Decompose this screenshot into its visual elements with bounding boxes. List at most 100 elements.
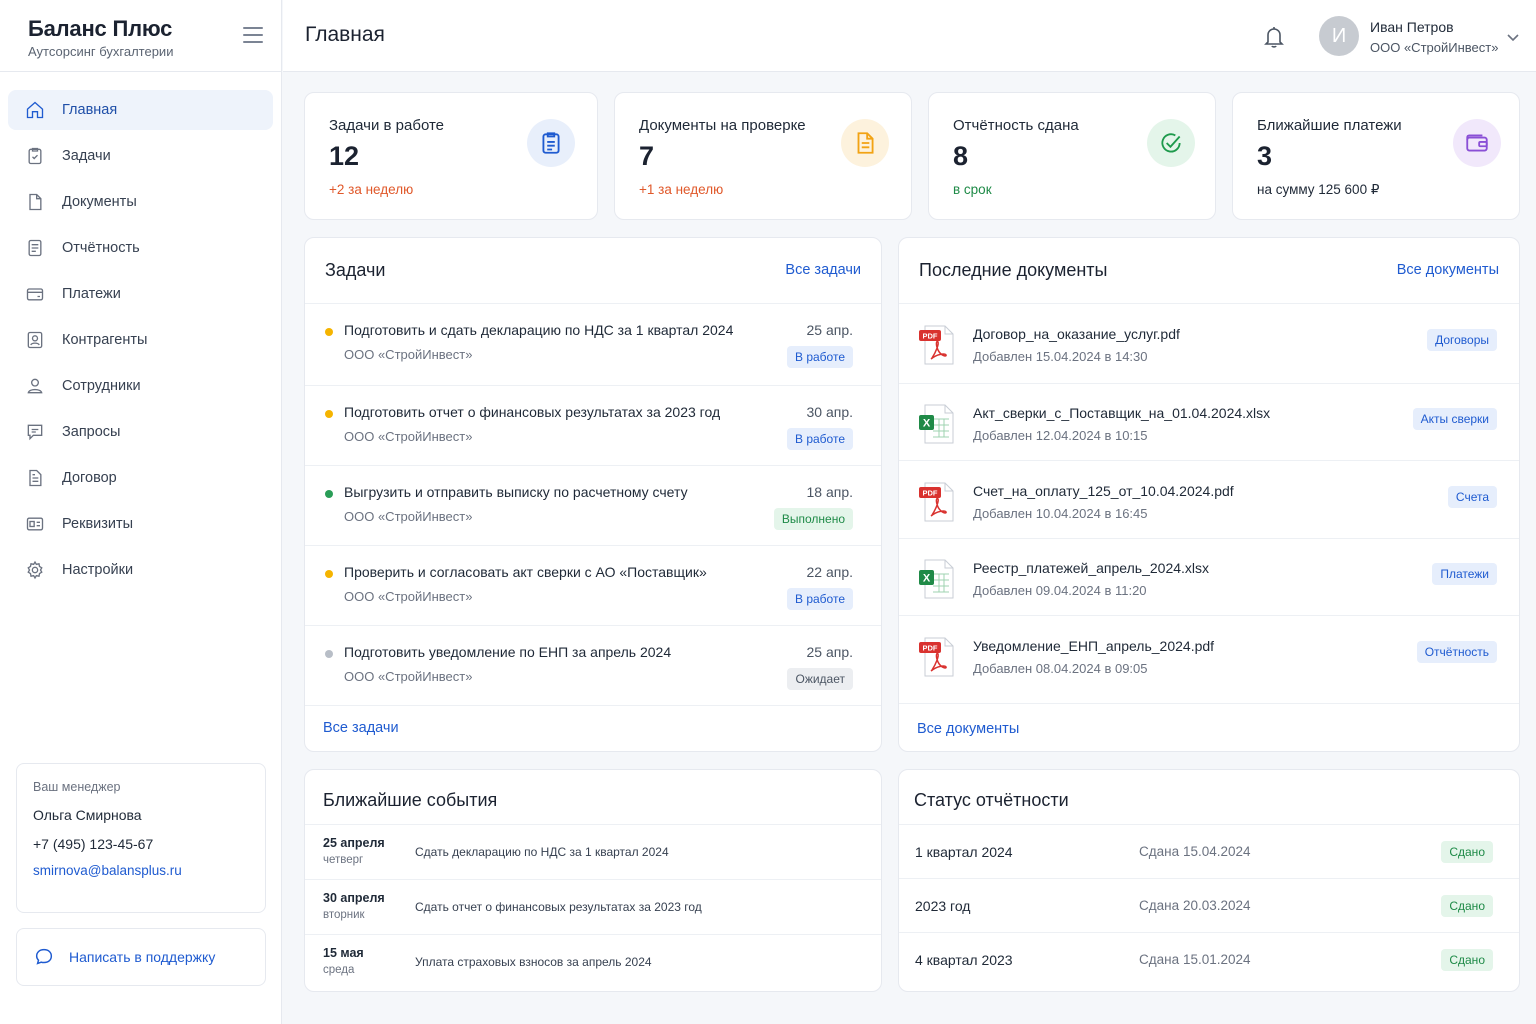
- xlsx-label: X: [923, 573, 931, 585]
- sidebar-item-label: Запросы: [62, 424, 121, 440]
- event-text: Уплата страховых взносов за апрель 2024: [415, 955, 652, 969]
- task-date: 18 апр.: [806, 484, 853, 500]
- sidebar-item-payments[interactable]: Платежи: [8, 274, 273, 314]
- document-date: Добавлен 10.04.2024 в 16:45: [973, 506, 1148, 521]
- all-documents-link[interactable]: Все документы: [1397, 262, 1499, 278]
- sidebar-nav: Главная Задачи Документы Отчётность Плат…: [0, 72, 281, 590]
- task-row[interactable]: Подготовить отчет о финансовых результат…: [305, 386, 881, 466]
- event-date: 15 мая: [323, 946, 364, 960]
- report-row[interactable]: 4 квартал 2023 Сдана 15.01.2024 Сдано: [899, 933, 1519, 987]
- sidebar-item-label: Настройки: [62, 562, 134, 578]
- all-documents-footer-link[interactable]: Все документы: [917, 721, 1019, 737]
- document-tag[interactable]: Счета: [1447, 486, 1497, 508]
- document-tag[interactable]: Отчётность: [1416, 641, 1497, 663]
- document-name: Уведомление_ЕНП_апрель_2024.pdf: [973, 638, 1215, 654]
- stat-card-documents[interactable]: Документы на проверке 7 +1 за неделю: [614, 92, 912, 220]
- stat-card-tasks[interactable]: Задачи в работе 12 +2 за неделю: [304, 92, 598, 220]
- sidebar-item-contract[interactable]: Договор: [8, 458, 273, 498]
- document-tag[interactable]: Платежи: [1432, 563, 1497, 585]
- event-row[interactable]: 25 апреля четверг Сдать декларацию по НД…: [305, 825, 881, 880]
- sidebar-item-label: Задачи: [62, 148, 111, 164]
- task-title: Подготовить уведомление по ЕНП за апрель…: [344, 644, 672, 660]
- pdf-file-icon: PDF: [919, 324, 957, 366]
- document-row[interactable]: PDF Счет_на_оплату_125_от_10.04.2024.pdf…: [899, 461, 1519, 539]
- stat-card-reporting[interactable]: Отчётность сдана 8 в срок: [928, 92, 1216, 220]
- report-date: 20.03.2024: [1183, 898, 1251, 913]
- pdf-file-icon: PDF: [919, 636, 957, 678]
- manager-label: Ваш менеджер: [33, 780, 121, 794]
- manager-email-link[interactable]: smirnova@balansplus.ru: [33, 863, 249, 878]
- stat-label: Документы на проверке: [639, 117, 806, 134]
- chevron-down-icon[interactable]: [1506, 30, 1520, 44]
- wallet-icon: [1453, 119, 1501, 167]
- sidebar-item-label: Платежи: [62, 286, 121, 302]
- sidebar-item-home[interactable]: Главная: [8, 90, 273, 130]
- task-date: 25 апр.: [806, 644, 853, 660]
- pdf-label: PDF: [923, 332, 938, 341]
- all-tasks-footer-link[interactable]: Все задачи: [323, 720, 399, 736]
- documents-title: Последние документы: [919, 260, 1108, 280]
- document-date: Добавлен 08.04.2024 в 09:05: [973, 661, 1148, 676]
- tasks-title: Задачи: [325, 260, 386, 280]
- report-row[interactable]: 2023 год Сдана 20.03.2024 Сдано: [899, 879, 1519, 933]
- document-name: Договор_на_оказание_услуг.pdf: [973, 326, 1180, 342]
- sidebar-item-contractors[interactable]: Контрагенты: [8, 320, 273, 360]
- sidebar-item-employees[interactable]: Сотрудники: [8, 366, 273, 406]
- status-dot: [325, 328, 333, 336]
- stat-label: Задачи в работе: [329, 117, 444, 134]
- sidebar-item-label: Сотрудники: [62, 378, 141, 394]
- sidebar: Баланс Плюс Аутсорсинг бухгалтерии Главн…: [0, 0, 282, 1024]
- document-row[interactable]: PDF Договор_на_оказание_услуг.pdf Добавл…: [899, 304, 1519, 382]
- stat-label: Отчётность сдана: [953, 117, 1079, 134]
- document-tag[interactable]: Договоры: [1427, 329, 1497, 351]
- sidebar-item-reports[interactable]: Отчётность: [8, 228, 273, 268]
- document-icon: [841, 119, 889, 167]
- brand-title: Баланс Плюс: [28, 16, 173, 41]
- report-date: 15.04.2024: [1183, 844, 1251, 859]
- sidebar-item-settings[interactable]: Настройки: [8, 550, 273, 590]
- sidebar-item-documents[interactable]: Документы: [8, 182, 273, 222]
- task-row[interactable]: Подготовить и сдать декларацию по НДС за…: [305, 304, 881, 384]
- document-name: Реестр_платежей_апрель_2024.xlsx: [973, 560, 1210, 576]
- document-row[interactable]: PDF Уведомление_ЕНП_апрель_2024.pdf Доба…: [899, 616, 1519, 694]
- page-title: Главная: [305, 23, 385, 46]
- task-row[interactable]: Проверить и согласовать акт сверки с АО …: [305, 546, 881, 626]
- excel-file-icon: X: [919, 558, 957, 600]
- support-button[interactable]: Написать в поддержку: [16, 928, 266, 986]
- home-icon: [24, 99, 46, 121]
- contract-icon: [24, 467, 46, 489]
- task-row[interactable]: Подготовить уведомление по ЕНП за апрель…: [305, 626, 881, 706]
- document-row[interactable]: X Реестр_платежей_апрель_2024.xlsx Добав…: [899, 538, 1519, 616]
- task-org: ООО «СтройИнвест»: [344, 347, 473, 362]
- events-panel: Ближайшие события 25 апреля четверг Сдат…: [304, 769, 882, 992]
- message-icon: [24, 421, 46, 443]
- check-icon: [1147, 119, 1195, 167]
- event-date: 30 апреля: [323, 891, 385, 905]
- document-row[interactable]: X Акт_сверки_с_Поставщик_на_01.04.2024.x…: [899, 383, 1519, 461]
- sidebar-item-label: Главная: [62, 102, 118, 118]
- stat-value: 8: [953, 141, 969, 171]
- task-title: Подготовить отчет о финансовых результат…: [344, 404, 721, 420]
- file-icon: [24, 191, 46, 213]
- sidebar-item-requisites[interactable]: Реквизиты: [8, 504, 273, 544]
- bell-icon[interactable]: [1262, 24, 1286, 50]
- stat-note: в срок: [953, 182, 992, 197]
- sidebar-item-requests[interactable]: Запросы: [8, 412, 273, 452]
- event-row[interactable]: 15 мая среда Уплата страховых взносов за…: [305, 935, 881, 990]
- event-day: вторник: [323, 909, 365, 921]
- all-tasks-link[interactable]: Все задачи: [785, 262, 861, 278]
- report-row[interactable]: 1 квартал 2024 Сдана 15.04.2024 Сдано: [899, 825, 1519, 879]
- pdf-label: PDF: [923, 644, 938, 653]
- sidebar-item-label: Документы: [62, 194, 137, 210]
- sidebar-item-tasks[interactable]: Задачи: [8, 136, 273, 176]
- event-row[interactable]: 30 апреля вторник Сдать отчет о финансов…: [305, 880, 881, 935]
- user-name[interactable]: Иван Петров: [1370, 19, 1454, 35]
- manager-phone[interactable]: +7 (495) 123-45-67: [33, 836, 249, 852]
- document-tag[interactable]: Акты сверки: [1412, 408, 1497, 430]
- stat-card-payments[interactable]: Ближайшие платежи 3 на сумму 125 600 ₽: [1232, 92, 1520, 220]
- menu-toggle-icon[interactable]: [243, 27, 263, 43]
- task-row[interactable]: Выгрузить и отправить выписку по расчетн…: [305, 466, 881, 546]
- avatar[interactable]: И: [1319, 16, 1359, 56]
- sidebar-item-label: Реквизиты: [62, 516, 134, 532]
- stat-label: Ближайшие платежи: [1257, 117, 1402, 134]
